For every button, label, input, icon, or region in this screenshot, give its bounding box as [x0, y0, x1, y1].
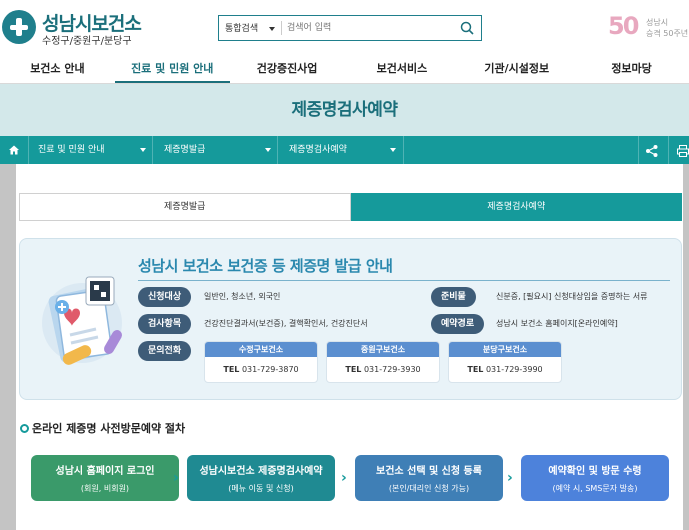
- contact-name: 수정구보건소: [205, 342, 317, 357]
- step-3: 보건소 선택 및 신청 등록 (본인/대리인 신청 가능): [355, 455, 503, 501]
- print-icon[interactable]: [676, 143, 689, 157]
- main-nav: 보건소 안내 진료 및 민원 안내 건강증진사업 보건서비스 기관/시설정보 정…: [0, 56, 689, 84]
- breadcrumb-item-reservation[interactable]: 제증명검사예약: [289, 136, 347, 164]
- chevron-down-icon: [269, 27, 275, 31]
- nav-item-health-center[interactable]: 보건소 안내: [0, 56, 115, 83]
- value-test-items: 건강진단결과서(보건증), 결핵확인서, 건강진단서: [204, 319, 368, 328]
- tel-label: TEL: [345, 365, 362, 374]
- site-logo[interactable]: 성남시보건소 수정구/중원구/분당구: [0, 8, 160, 48]
- contact-card-bundang: 분당구보건소 TEL 031-729-3990: [448, 341, 562, 383]
- tel-number: 031-729-3990: [485, 365, 543, 374]
- clipboard-illustration-icon: [34, 263, 144, 373]
- nav-item-health-service[interactable]: 보건서비스: [344, 56, 459, 83]
- chevron-down-icon[interactable]: [140, 148, 146, 152]
- search-icon[interactable]: [459, 20, 475, 36]
- contact-card-sujeong: 수정구보건소 TEL 031-729-3870: [204, 341, 318, 383]
- search-input[interactable]: [287, 20, 447, 36]
- tel-label: TEL: [223, 365, 240, 374]
- step-title: 예약확인 및 방문 수령: [548, 466, 642, 477]
- label-test-items: 검사항목: [138, 314, 192, 334]
- label-applicant: 신청대상: [138, 287, 192, 307]
- chevron-right-icon: ›: [173, 470, 179, 486]
- contact-tel[interactable]: TEL 031-729-3930: [327, 357, 439, 382]
- step-2: 성남시보건소 제증명검사예약 (메뉴 이동 및 신청): [187, 455, 335, 501]
- tel-number: 031-729-3870: [241, 365, 299, 374]
- chevron-down-icon[interactable]: [390, 148, 396, 152]
- modal-overlay-right: [683, 164, 689, 530]
- label-preparation: 준비물: [431, 287, 476, 307]
- anniversary-number: 50: [608, 12, 639, 40]
- breadcrumb-item-treatment[interactable]: 진료 및 민원 안내: [38, 136, 105, 164]
- anniversary-line1: 성남시: [646, 18, 669, 27]
- step-sub: (예약 시, SMS문자 발송): [552, 484, 638, 493]
- chevron-right-icon: ›: [507, 470, 513, 486]
- contact-card-jungwon: 중원구보건소 TEL 031-729-3930: [326, 341, 440, 383]
- nav-item-treatment[interactable]: 진료 및 민원 안내: [114, 56, 230, 83]
- search-bar: 통합검색: [218, 15, 482, 41]
- step-title: 보건소 선택 및 신청 등록: [376, 466, 482, 477]
- procedure-heading: 온라인 제증명 사전방문예약 절차: [20, 420, 185, 436]
- page: 성남시보건소 수정구/중원구/분당구 통합검색 50 성남시 승격 50주년 보…: [0, 0, 689, 530]
- step-title: 성남시 홈페이지 로그인: [55, 466, 155, 477]
- tel-number: 031-729-3930: [363, 365, 421, 374]
- logo-subtitle: 수정구/중원구/분당구: [42, 36, 132, 47]
- value-reservation-path: 성남시 보건소 홈페이지[온라인예약]: [496, 319, 618, 328]
- step-4: 예약확인 및 방문 수령 (예약 시, SMS문자 발송): [521, 455, 669, 501]
- divider: [668, 136, 669, 164]
- divider: [138, 280, 670, 281]
- contact-name: 분당구보건소: [449, 342, 561, 357]
- step-sub: (메뉴 이동 및 신청): [228, 484, 294, 493]
- contact-tel[interactable]: TEL 031-729-3990: [449, 357, 561, 382]
- title-band: 제증명검사예약: [0, 84, 689, 136]
- step-title: 성남시보건소 제증명검사예약: [199, 466, 323, 477]
- label-reservation-path: 예약경로: [431, 314, 485, 334]
- divider: [638, 136, 639, 164]
- info-title: 성남시 보건소 보건증 등 제증명 발급 안내: [138, 257, 393, 275]
- page-title: 제증명검사예약: [291, 100, 398, 120]
- anniversary-badge: 50 성남시 승격 50주년: [608, 12, 688, 46]
- nav-item-info[interactable]: 정보마당: [574, 56, 689, 83]
- contact-tel[interactable]: TEL 031-729-3870: [205, 357, 317, 382]
- chevron-right-icon: ›: [341, 470, 347, 486]
- divider: [281, 21, 282, 35]
- nav-item-health-promotion[interactable]: 건강증진사업: [230, 56, 345, 83]
- nav-item-facilities[interactable]: 기관/시설정보: [459, 56, 574, 83]
- top-header: 성남시보건소 수정구/중원구/분당구 통합검색 50 성남시 승격 50주년: [0, 0, 689, 56]
- search-scope-select[interactable]: 통합검색: [225, 21, 258, 34]
- divider: [28, 136, 29, 164]
- divider: [403, 136, 404, 164]
- tel-label: TEL: [467, 365, 484, 374]
- content-tabs: 제증명발급 제증명검사예약: [19, 193, 682, 221]
- breadcrumb: 진료 및 민원 안내 제증명발급 제증명검사예약: [0, 136, 689, 164]
- modal-overlay-left: [0, 164, 16, 530]
- circle-bullet-icon: [20, 424, 29, 433]
- share-icon[interactable]: [645, 143, 659, 157]
- value-preparation: 신분증, [필요시] 신청대상임을 증명하는 서류: [496, 292, 648, 301]
- home-icon[interactable]: [0, 136, 28, 164]
- logo-mark-icon: [2, 10, 36, 44]
- step-sub: (본인/대리인 신청 가능): [388, 484, 470, 493]
- divider: [277, 136, 278, 164]
- step-1: 성남시 홈페이지 로그인 (회원, 비회원): [31, 455, 179, 501]
- divider: [152, 136, 153, 164]
- step-sub: (회원, 비회원): [80, 484, 130, 493]
- breadcrumb-item-certificate[interactable]: 제증명발급: [164, 136, 205, 164]
- value-applicant: 일반인, 청소년, 외국인: [204, 292, 281, 301]
- anniversary-line2: 승격 50주년: [646, 29, 689, 38]
- chevron-down-icon[interactable]: [265, 148, 271, 152]
- label-contact: 문의전화: [138, 341, 192, 361]
- contact-name: 중원구보건소: [327, 342, 439, 357]
- procedure-title: 온라인 제증명 사전방문예약 절차: [32, 422, 186, 435]
- tab-certificate-reservation[interactable]: 제증명검사예약: [350, 193, 682, 221]
- tab-certificate-issue[interactable]: 제증명발급: [19, 193, 351, 221]
- info-box: 성남시 보건소 보건증 등 제증명 발급 안내 신청대상 일반인, 청소년, 외…: [19, 238, 682, 400]
